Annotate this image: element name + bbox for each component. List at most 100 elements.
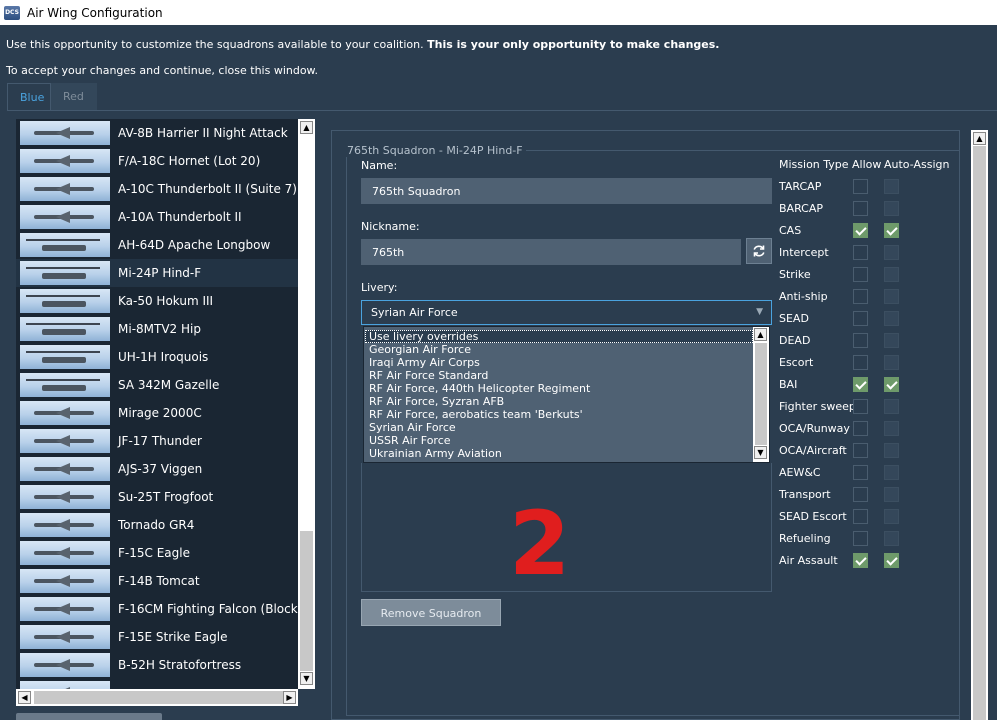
mission-type-label: Air Assault	[779, 554, 838, 567]
auto-assign-checkbox[interactable]	[884, 311, 899, 326]
aircraft-list-item[interactable]: AJS-37 Viggen	[16, 455, 298, 483]
auto-assign-checkbox[interactable]	[884, 399, 899, 414]
auto-assign-checkbox[interactable]	[884, 223, 899, 238]
auto-assign-checkbox[interactable]	[884, 509, 899, 524]
aircraft-list-item[interactable]: AV-8B Harrier II Night Attack	[16, 119, 298, 147]
allow-checkbox[interactable]	[853, 289, 868, 304]
allow-checkbox[interactable]	[853, 377, 868, 392]
scroll-up-icon[interactable]: ▲	[973, 132, 986, 145]
scroll-up-icon[interactable]: ▲	[300, 121, 313, 134]
auto-assign-checkbox[interactable]	[884, 443, 899, 458]
allow-checkbox[interactable]	[853, 311, 868, 326]
aircraft-list-item[interactable]: Mi-24P Hind-F	[16, 259, 298, 287]
scrollbar-thumb[interactable]	[34, 691, 284, 704]
scrollbar-thumb[interactable]	[973, 146, 986, 720]
mission-type-label: TARCAP	[779, 180, 822, 193]
aircraft-list-item[interactable]: Ka-50 Hokum III	[16, 287, 298, 315]
tab-blue[interactable]: Blue	[7, 83, 51, 111]
auto-assign-checkbox[interactable]	[884, 421, 899, 436]
aircraft-list-item[interactable]: AH-64D Apache Longbow	[16, 231, 298, 259]
allow-checkbox[interactable]	[853, 509, 868, 524]
auto-assign-checkbox[interactable]	[884, 267, 899, 282]
auto-assign-checkbox[interactable]	[884, 355, 899, 370]
livery-option[interactable]: Use livery overrides	[365, 330, 753, 343]
aircraft-list-item[interactable]	[16, 679, 298, 689]
randomize-nickname-button[interactable]	[746, 238, 772, 264]
auto-assign-checkbox[interactable]	[884, 377, 899, 392]
allow-checkbox[interactable]	[853, 355, 868, 370]
allow-checkbox[interactable]	[853, 553, 868, 568]
aircraft-name: F-15C Eagle	[118, 546, 190, 560]
auto-assign-checkbox[interactable]	[884, 487, 899, 502]
allow-checkbox[interactable]	[853, 179, 868, 194]
allow-checkbox[interactable]	[853, 245, 868, 260]
aircraft-list-item[interactable]: JF-17 Thunder	[16, 427, 298, 455]
aircraft-list-item[interactable]: F/A-18C Hornet (Lot 20)	[16, 147, 298, 175]
livery-option[interactable]: RF Air Force, Syzran AFB	[364, 395, 769, 408]
allow-checkbox[interactable]	[853, 443, 868, 458]
aircraft-list-item[interactable]: Mirage 2000C	[16, 399, 298, 427]
aircraft-thumbnail	[20, 233, 110, 257]
aircraft-list-item[interactable]: A-10C Thunderbolt II (Suite 7)	[16, 175, 298, 203]
allow-checkbox[interactable]	[853, 223, 868, 238]
auto-assign-checkbox[interactable]	[884, 289, 899, 304]
auto-assign-checkbox[interactable]	[884, 201, 899, 216]
panel-vertical-scrollbar[interactable]: ▲	[971, 130, 988, 720]
livery-option[interactable]: RF Air Force, 440th Helicopter Regiment	[364, 382, 769, 395]
aircraft-list-item[interactable]: Su-25T Frogfoot	[16, 483, 298, 511]
aircraft-list-item[interactable]: F-15C Eagle	[16, 539, 298, 567]
auto-assign-checkbox[interactable]	[884, 531, 899, 546]
aircraft-thumbnail	[20, 653, 110, 677]
aircraft-list-item[interactable]: Mi-8MTV2 Hip	[16, 315, 298, 343]
aircraft-list-vertical-scrollbar[interactable]: ▲ ▼	[298, 119, 315, 689]
allow-checkbox[interactable]	[853, 267, 868, 282]
scrollbar-thumb[interactable]	[755, 343, 767, 445]
nickname-field[interactable]: 765th	[361, 239, 741, 265]
scroll-down-icon[interactable]: ▼	[754, 446, 767, 459]
aircraft-list-item[interactable]: F-15E Strike Eagle	[16, 623, 298, 651]
scroll-up-icon[interactable]: ▲	[754, 328, 767, 341]
name-field[interactable]: 765th Squadron	[361, 178, 772, 204]
auto-assign-checkbox[interactable]	[884, 245, 899, 260]
livery-option[interactable]: Georgian Air Force	[364, 343, 769, 356]
aircraft-list-item[interactable]: F-14B Tomcat	[16, 567, 298, 595]
auto-assign-checkbox[interactable]	[884, 179, 899, 194]
livery-dropdown-list[interactable]: Use livery overrides Georgian Air Force Ir…	[363, 326, 770, 463]
allow-checkbox[interactable]	[853, 531, 868, 546]
allow-checkbox[interactable]	[853, 399, 868, 414]
livery-select[interactable]: Syrian Air Force ▼	[361, 300, 772, 325]
livery-dropdown-scrollbar[interactable]: ▲ ▼	[753, 327, 769, 462]
remove-squadron-button[interactable]: Remove Squadron	[361, 599, 501, 626]
livery-option[interactable]: Iraqi Army Air Corps	[364, 356, 769, 369]
aircraft-list-item[interactable]: A-10A Thunderbolt II	[16, 203, 298, 231]
aircraft-list-horizontal-scrollbar[interactable]: ◀ ▶	[16, 689, 298, 706]
livery-option[interactable]: RF Air Force Standard	[364, 369, 769, 382]
add-squadron-button[interactable]	[16, 713, 162, 720]
auto-assign-checkbox[interactable]	[884, 333, 899, 348]
intro-close-hint: To accept your changes and continue, clo…	[6, 64, 319, 77]
livery-option[interactable]: USSR Air Force	[364, 434, 769, 447]
scrollbar-thumb[interactable]	[300, 531, 313, 671]
aircraft-list-item[interactable]: Tornado GR4	[16, 511, 298, 539]
livery-option[interactable]: Ukrainian Army Aviation	[364, 447, 769, 460]
allow-checkbox[interactable]	[853, 333, 868, 348]
aircraft-list-item[interactable]: B-52H Stratofortress	[16, 651, 298, 679]
livery-option[interactable]: RF Air Force, aerobatics team 'Berkuts'	[364, 408, 769, 421]
allow-checkbox[interactable]	[853, 465, 868, 480]
allow-checkbox[interactable]	[853, 421, 868, 436]
aircraft-thumbnail	[20, 485, 110, 509]
scroll-down-icon[interactable]: ▼	[300, 672, 313, 685]
livery-option[interactable]: Syrian Air Force	[364, 421, 769, 434]
tab-red[interactable]: Red	[51, 83, 97, 111]
auto-assign-checkbox[interactable]	[884, 465, 899, 480]
aircraft-list-item[interactable]: UH-1H Iroquois	[16, 343, 298, 371]
scroll-right-icon[interactable]: ▶	[283, 691, 296, 704]
auto-assign-checkbox[interactable]	[884, 553, 899, 568]
allow-checkbox[interactable]	[853, 201, 868, 216]
allow-checkbox[interactable]	[853, 487, 868, 502]
mission-type-label: AEW&C	[779, 466, 821, 479]
scroll-left-icon[interactable]: ◀	[18, 691, 31, 704]
aircraft-list-item[interactable]: F-16CM Fighting Falcon (Block 50)	[16, 595, 298, 623]
aircraft-list-item[interactable]: SA 342M Gazelle	[16, 371, 298, 399]
aircraft-list[interactable]: AV-8B Harrier II Night Attack F/A-18C Hor…	[16, 119, 298, 689]
